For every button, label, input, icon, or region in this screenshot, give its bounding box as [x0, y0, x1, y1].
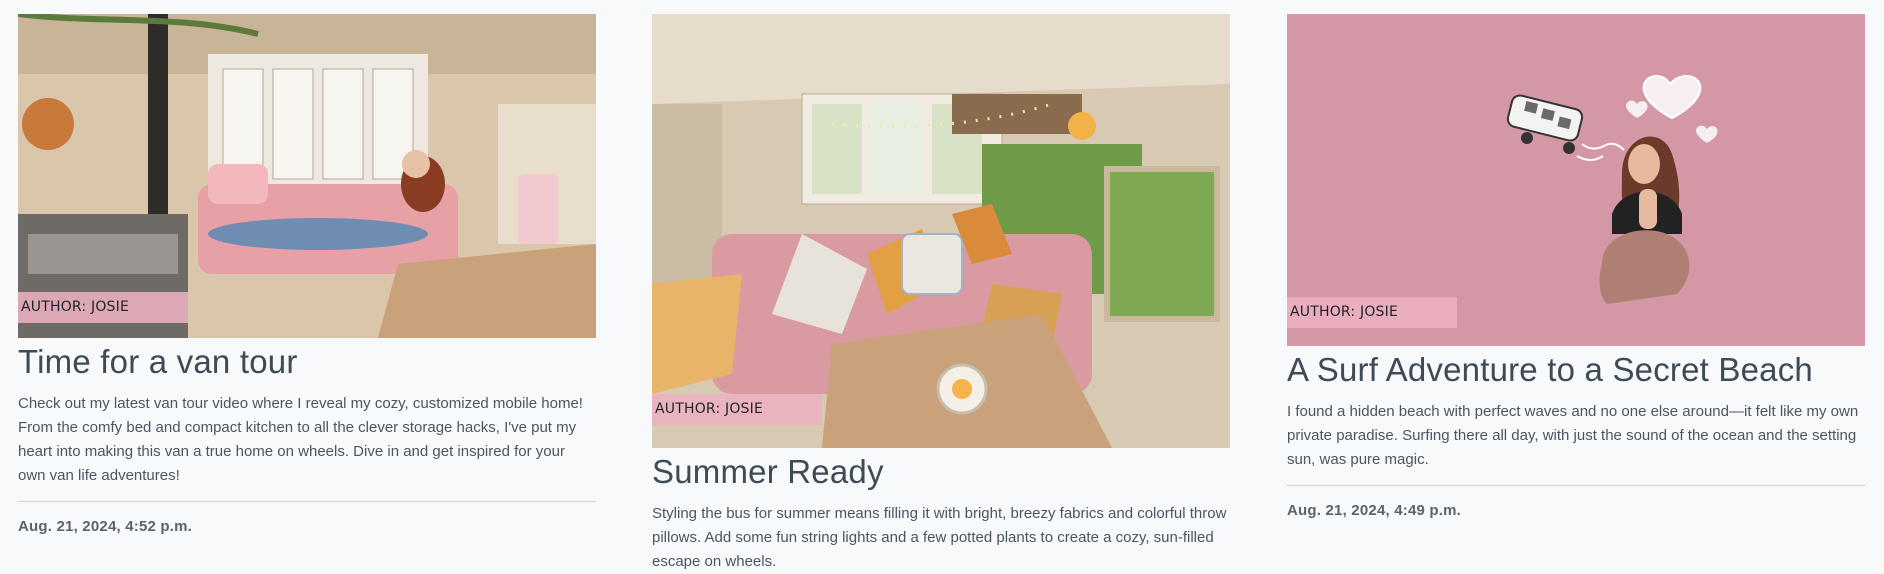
post-card[interactable]: AUTHOR: JOSIE A Surf Adventure to a Secr… — [1287, 14, 1865, 519]
divider — [18, 501, 596, 502]
post-title[interactable]: Time for a van tour — [18, 342, 596, 382]
post-description: I found a hidden beach with perfect wave… — [1287, 403, 1859, 468]
post-image[interactable]: AUTHOR: JOSIE — [18, 14, 596, 338]
post-date: Aug. 21, 2024, 4:49 p.m. — [1287, 502, 1462, 519]
post-date: Aug. 21, 2024, 4:52 p.m. — [18, 518, 193, 535]
author-badge: AUTHOR: JOSIE — [1287, 297, 1457, 328]
post-description: Styling the bus for summer means filling… — [652, 505, 1227, 570]
bus-living-room-photo — [652, 14, 1230, 448]
post-image[interactable]: AUTHOR: JOSIE — [652, 14, 1230, 448]
author-badge: AUTHOR: JOSIE — [18, 292, 188, 323]
post-title[interactable]: Summer Ready — [652, 452, 1230, 492]
post-title[interactable]: A Surf Adventure to a Secret Beach — [1287, 350, 1865, 390]
post-card[interactable]: AUTHOR: JOSIE Summer Ready Styling the b… — [652, 14, 1230, 574]
author-badge: AUTHOR: JOSIE — [652, 394, 822, 425]
van-interior-photo — [18, 14, 596, 338]
post-image[interactable]: AUTHOR: JOSIE — [1287, 14, 1865, 346]
divider — [1287, 485, 1865, 486]
post-description: Check out my latest van tour video where… — [18, 395, 583, 484]
post-card[interactable]: AUTHOR: JOSIE Time for a van tour Check … — [18, 14, 596, 535]
